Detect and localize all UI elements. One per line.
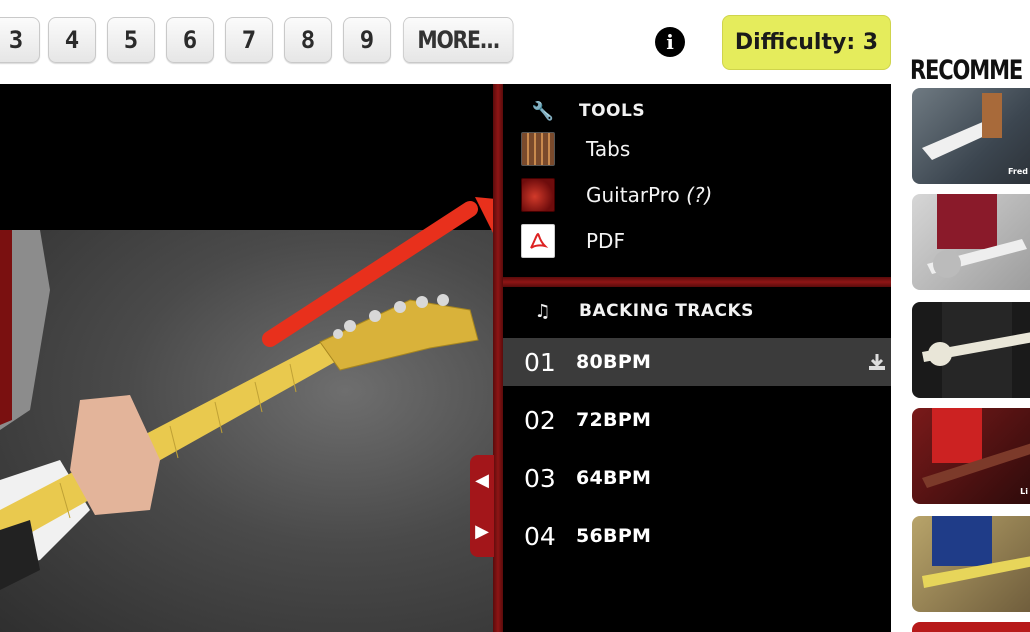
track-number: 04: [524, 521, 556, 551]
backing-track-row[interactable]: 02 72BPM: [503, 396, 891, 444]
panel-toggle-tab[interactable]: ◀ ▶: [470, 455, 494, 557]
track-bpm: 80BPM: [576, 351, 652, 373]
recommended-video-thumb[interactable]: Li: [912, 408, 1030, 504]
tools-heading: 🔧 TOOLS: [503, 96, 891, 126]
page-button-4[interactable]: 4: [48, 17, 96, 63]
download-icon[interactable]: [867, 352, 887, 372]
backing-track-row[interactable]: 03 64BPM: [503, 454, 891, 502]
recommended-caption: Li: [1020, 487, 1028, 496]
track-bpm: 64BPM: [576, 467, 652, 489]
more-pages-button[interactable]: MORE...: [403, 17, 514, 63]
help-link[interactable]: (?): [686, 183, 712, 207]
recommended-video-thumb[interactable]: [912, 302, 1030, 398]
pdf-icon: [521, 224, 555, 258]
arrow-annotation: [262, 201, 478, 347]
recommended-video-thumb[interactable]: [912, 622, 1030, 632]
backing-track-row[interactable]: 04 56BPM: [503, 512, 891, 560]
tool-item-guitarpro[interactable]: GuitarPro (?): [503, 175, 891, 215]
page-button-8[interactable]: 8: [284, 17, 332, 63]
track-bpm: 72BPM: [576, 409, 652, 431]
page-button-7[interactable]: 7: [225, 17, 273, 63]
tool-item-label: GuitarPro (?): [586, 183, 713, 207]
recommended-video-thumb[interactable]: [912, 194, 1030, 290]
track-number: 03: [524, 463, 556, 493]
page-button-3[interactable]: 3: [0, 17, 40, 63]
wrench-icon: 🔧: [531, 100, 555, 122]
tool-item-tabs[interactable]: Tabs: [503, 129, 891, 169]
chevron-right-icon[interactable]: ▶: [475, 521, 489, 542]
difficulty-badge: Difficulty: 3: [722, 15, 891, 70]
section-divider: [503, 277, 891, 287]
tool-item-pdf[interactable]: PDF: [503, 221, 891, 261]
track-number: 01: [524, 347, 556, 377]
track-number: 02: [524, 405, 556, 435]
chevron-left-icon[interactable]: ◀: [475, 470, 489, 491]
recommended-video-thumb[interactable]: [912, 516, 1030, 612]
video-player[interactable]: [0, 84, 493, 632]
backing-tracks-heading-label: BACKING TRACKS: [579, 301, 754, 321]
tool-item-label: PDF: [586, 229, 625, 253]
backing-tracks-heading: ♫ BACKING TRACKS: [503, 296, 891, 326]
page-button-6[interactable]: 6: [166, 17, 214, 63]
tabs-icon: [521, 132, 555, 166]
recommended-video-thumb[interactable]: Fred: [912, 88, 1030, 184]
tools-panel: 🔧 TOOLS Tabs GuitarPro (?) PDF ♫ BACKING…: [503, 84, 891, 632]
info-icon[interactable]: i: [655, 27, 685, 57]
tools-heading-label: TOOLS: [579, 101, 646, 121]
guitarpro-icon: [521, 178, 555, 212]
tool-item-label: Tabs: [586, 137, 631, 161]
page-button-5[interactable]: 5: [107, 17, 155, 63]
track-bpm: 56BPM: [576, 525, 652, 547]
panel-divider: [493, 84, 503, 632]
recommended-heading: RECOMME: [910, 55, 1023, 86]
backing-track-row[interactable]: 01 80BPM: [503, 338, 891, 386]
music-note-icon: ♫: [534, 300, 552, 322]
recommended-caption: Fred: [1007, 167, 1028, 176]
page-button-9[interactable]: 9: [343, 17, 391, 63]
